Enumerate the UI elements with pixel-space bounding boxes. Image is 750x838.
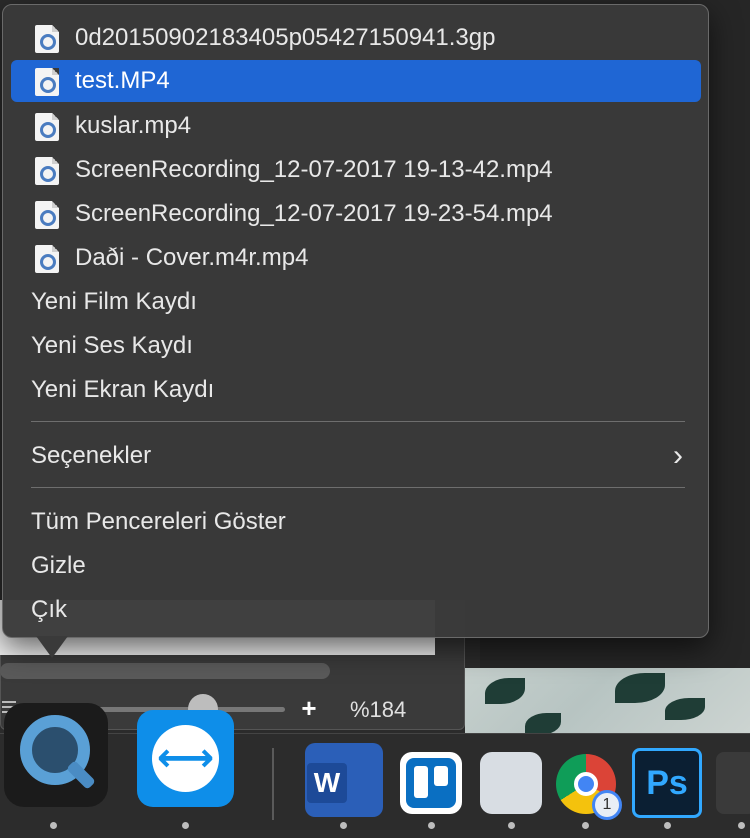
- running-indicator: [664, 822, 671, 829]
- new-movie-recording-item[interactable]: Yeni Film Kaydı: [11, 281, 701, 323]
- teamviewer-circle: ⟷: [152, 725, 219, 792]
- video-file-icon: [35, 68, 59, 96]
- video-file-icon: [35, 245, 59, 273]
- wallpaper-leaf: [615, 673, 665, 703]
- trello-board: [406, 758, 456, 808]
- running-indicator: [182, 822, 189, 829]
- recent-file-item[interactable]: kuslar.mp4: [11, 105, 701, 147]
- hide-item[interactable]: Gizle: [11, 545, 701, 587]
- menu-item-label: Yeni Film Kaydı: [31, 288, 197, 315]
- menu-item-label: Çık: [31, 596, 67, 623]
- show-all-windows-item[interactable]: Tüm Pencereleri Göster: [11, 501, 701, 543]
- new-screen-recording-item[interactable]: Yeni Ekran Kaydı: [11, 369, 701, 411]
- menu-item-label: Gizle: [31, 552, 86, 579]
- running-indicator: [508, 822, 515, 829]
- wallpaper-leaf: [525, 713, 561, 735]
- recent-file-item[interactable]: ScreenRecording_12-07-2017 19-13-42.mp4: [11, 149, 701, 191]
- dock-divider: [272, 748, 274, 820]
- notification-badge: 1: [592, 790, 622, 820]
- dock-context-menu: 0d20150902183405p05427150941.3gp test.MP…: [2, 4, 709, 638]
- recent-file-label: test.MP4: [75, 67, 170, 94]
- recent-file-label: ScreenRecording_12-07-2017 19-23-54.mp4: [75, 200, 553, 227]
- menu-pointer: [36, 636, 68, 658]
- teamviewer-icon[interactable]: ⟷: [137, 710, 234, 807]
- running-indicator: [738, 822, 745, 829]
- menu-item-label: Tüm Pencereleri Göster: [31, 508, 286, 535]
- recent-file-item[interactable]: Daði - Cover.m4r.mp4: [11, 237, 701, 279]
- photoshop-icon[interactable]: Ps: [632, 748, 702, 818]
- running-indicator: [50, 822, 57, 829]
- menu-item-label: Seçenekler: [31, 442, 152, 469]
- running-indicator: [582, 822, 589, 829]
- new-audio-recording-item[interactable]: Yeni Ses Kaydı: [11, 325, 701, 367]
- ps-letters: Ps: [646, 764, 688, 802]
- wallpaper-leaf: [665, 698, 705, 720]
- recent-file-label: kuslar.mp4: [75, 112, 192, 139]
- zoom-in-button[interactable]: +: [298, 694, 320, 722]
- activity-monitor-icon[interactable]: [716, 752, 750, 814]
- word-letter: W: [307, 763, 347, 803]
- trello-column: [414, 766, 428, 798]
- running-indicator: [428, 822, 435, 829]
- running-indicator: [340, 822, 347, 829]
- video-file-icon: [35, 113, 59, 141]
- player-scrollbar[interactable]: [0, 663, 330, 679]
- recent-file-label: ScreenRecording_12-07-2017 19-13-42.mp4: [75, 156, 553, 183]
- quit-item[interactable]: Çık: [11, 589, 701, 631]
- trello-icon[interactable]: [400, 752, 462, 814]
- zoom-level: %184: [350, 697, 407, 722]
- quicktime-icon[interactable]: [4, 703, 108, 807]
- options-submenu-item[interactable]: Seçenekler ›: [11, 435, 701, 477]
- preview-icon[interactable]: [480, 752, 542, 814]
- menu-separator: [31, 487, 685, 488]
- menu-item-label: Yeni Ses Kaydı: [31, 332, 193, 359]
- recent-file-item[interactable]: 0d20150902183405p05427150941.3gp: [11, 17, 701, 59]
- recent-file-item[interactable]: ScreenRecording_12-07-2017 19-23-54.mp4: [11, 193, 701, 235]
- chevron-right-icon: ›: [673, 439, 683, 472]
- menu-item-label: Yeni Ekran Kaydı: [31, 376, 215, 403]
- video-file-icon: [35, 201, 59, 229]
- recent-file-label: 0d20150902183405p05427150941.3gp: [75, 24, 496, 51]
- wallpaper-leaf: [485, 678, 525, 704]
- double-arrow-icon: ⟷: [156, 736, 215, 780]
- chrome-center: [574, 772, 598, 796]
- trello-column: [434, 766, 448, 786]
- menu-separator: [31, 421, 685, 422]
- recent-file-item-selected[interactable]: test.MP4: [11, 60, 701, 102]
- microsoft-word-icon[interactable]: W: [305, 743, 383, 817]
- video-file-icon: [35, 25, 59, 53]
- video-file-icon: [35, 157, 59, 185]
- recent-file-label: Daði - Cover.m4r.mp4: [75, 244, 309, 271]
